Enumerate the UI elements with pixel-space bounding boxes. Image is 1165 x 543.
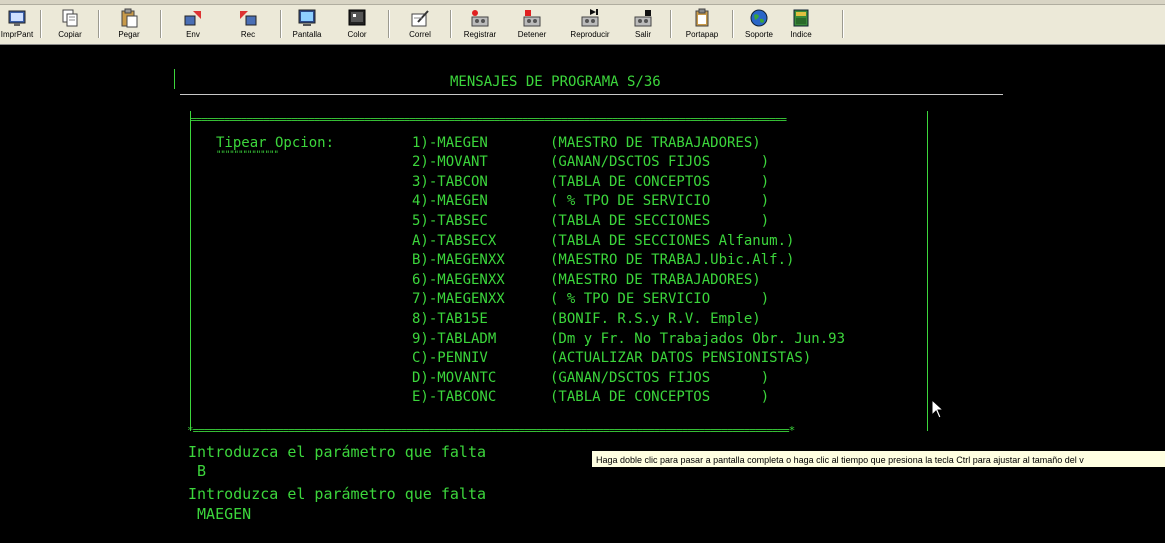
clipboard-icon — [695, 8, 709, 27]
menu-desc: (TABLA DE CONCEPTOS ) — [550, 174, 770, 190]
menu-desc: (MAESTRO DE TRABAJ.Ubic.Alf.) — [550, 252, 795, 268]
toolbar-button-imprpant[interactable]: ImprPant — [0, 8, 34, 42]
menu-desc: ( % TPO DE SERVICIO ) — [550, 193, 770, 209]
menu-desc: (TABLA DE SECCIONES Alfanum.) — [550, 233, 795, 249]
toolbar-separator — [450, 10, 452, 38]
menu-code: 6)-MAEGENXX — [412, 272, 505, 288]
toolbar-label: Color — [347, 30, 367, 39]
toolbar-button-soporte[interactable]: Soporte — [742, 8, 776, 42]
menu-code: E)-TABCONC — [412, 389, 497, 405]
toolbar-label: Soporte — [744, 30, 774, 39]
toolbar-label: Reproducir — [570, 30, 610, 39]
toolbar-button-correl[interactable]: Correl — [405, 8, 435, 42]
toolbar-top-border — [0, 0, 1165, 5]
terminal-title: MENSAJES DE PROGRAMA S/36 — [450, 74, 661, 90]
record-icon — [471, 10, 489, 27]
toolbar-separator — [40, 10, 42, 38]
copy-icon — [62, 9, 78, 27]
terminal-screen[interactable]: MENSAJES DE PROGRAMA S/36 ==============… — [0, 45, 1165, 543]
menu-code: 2)-MOVANT — [412, 154, 488, 170]
toolbar-button-copiar[interactable]: Copiar — [55, 8, 85, 42]
message-text: Introduzca el parámetro que falta — [188, 443, 487, 461]
message-text: Introduzca el parámetro que falta — [188, 485, 487, 503]
toolbar-label: ImprPant — [0, 30, 34, 39]
toolbar-button-detener[interactable]: Detener — [514, 8, 550, 42]
toolbar-button-salir[interactable]: Salir — [628, 8, 658, 42]
menu-code: C)-PENNIV — [412, 350, 488, 366]
frame-top-border: ========================================… — [190, 114, 787, 126]
mouse-pointer-icon — [931, 399, 945, 419]
menu-desc: (GANAN/DSCTOS FIJOS ) — [550, 370, 770, 386]
message-value: B — [188, 462, 207, 480]
toolbar-button-rec[interactable]: Rec — [233, 8, 263, 42]
toolbar-label: Rec — [240, 30, 256, 39]
toolbar-button-indice[interactable]: Indice — [786, 8, 816, 42]
frame-right-border — [927, 111, 928, 431]
toolbar-separator — [842, 10, 844, 38]
frame-bottom-border: *=======================================… — [187, 425, 795, 437]
toolbar-label: Pegar — [118, 30, 140, 39]
menu-code: 8)-TAB15E — [412, 311, 488, 327]
title-left-border — [174, 69, 175, 89]
toolbar-button-reproducir[interactable]: Reproducir — [568, 8, 612, 42]
menu-code: B)-MAEGENXX — [412, 252, 505, 268]
menu-desc: (Dm y Fr. No Trabajados Obr. Jun.93 — [550, 331, 846, 347]
toolbar-label: Detener — [517, 30, 547, 39]
menu-desc: (MAESTRO DE TRABAJADORES) — [550, 135, 761, 151]
toolbar-button-color[interactable]: Color — [342, 8, 372, 42]
prompt-underline: """""""""""""" — [216, 150, 279, 160]
toolbar-separator — [388, 10, 390, 38]
print-screen-icon — [8, 10, 26, 26]
toolbar-label: Env — [186, 30, 200, 39]
menu-code: A)-TABSECX — [412, 233, 497, 249]
toolbar-button-registrar[interactable]: Registrar — [460, 8, 500, 42]
menu-code: 4)-MAEGEN — [412, 193, 488, 209]
title-underline — [180, 94, 1003, 95]
toolbar-separator — [280, 10, 282, 38]
toolbar-separator — [732, 10, 734, 38]
tooltip: Haga doble clic para pasar a pantalla co… — [591, 450, 1165, 468]
menu-desc: (TABLA DE CONCEPTOS ) — [550, 389, 770, 405]
send-icon — [184, 11, 201, 26]
toolbar-label: Portapap — [685, 30, 719, 39]
book-icon — [793, 9, 809, 27]
paste-icon — [121, 8, 138, 28]
toolbar-label: Salir — [634, 30, 651, 39]
toolbar: ImprPant Copiar Pegar Env Rec Pantalla C… — [0, 0, 1165, 45]
menu-code: 7)-MAEGENXX — [412, 291, 505, 307]
screen-icon — [298, 9, 316, 26]
edit-icon — [411, 10, 429, 27]
globe-icon — [750, 9, 768, 27]
menu-desc: (TABLA DE SECCIONES ) — [550, 213, 770, 229]
toolbar-label: Copiar — [58, 30, 82, 39]
color-icon — [348, 9, 366, 26]
toolbar-label: Indice — [790, 30, 812, 39]
toolbar-label: Pantalla — [292, 30, 322, 39]
play-icon — [581, 9, 599, 27]
menu-code: 9)-TABLADM — [412, 331, 497, 347]
stop-icon — [523, 10, 541, 27]
toolbar-label: Registrar — [463, 30, 497, 39]
menu-desc: (ACTUALIZAR DATOS PENSIONISTAS) — [550, 350, 812, 366]
toolbar-separator — [670, 10, 672, 38]
menu-code: 1)-MAEGEN — [412, 135, 488, 151]
frame-left-border — [190, 111, 191, 431]
menu-desc: (MAESTRO DE TRABAJADORES) — [550, 272, 761, 288]
toolbar-separator — [98, 10, 100, 38]
toolbar-button-portapap[interactable]: Portapap — [682, 8, 722, 42]
menu-code: 5)-TABSEC — [412, 213, 488, 229]
message-value: MAEGEN — [188, 505, 252, 523]
toolbar-button-env[interactable]: Env — [178, 8, 208, 42]
toolbar-button-pantalla[interactable]: Pantalla — [288, 8, 326, 42]
menu-code: 3)-TABCON — [412, 174, 488, 190]
menu-desc: ( % TPO DE SERVICIO ) — [550, 291, 770, 307]
toolbar-button-pegar[interactable]: Pegar — [114, 8, 144, 42]
exit-icon — [634, 10, 652, 27]
menu-desc: (BONIF. R.S.y R.V. Emple) — [550, 311, 761, 327]
toolbar-separator — [160, 10, 162, 38]
menu-code: D)-MOVANTC — [412, 370, 497, 386]
receive-icon — [240, 11, 257, 26]
menu-desc: (GANAN/DSCTOS FIJOS ) — [550, 154, 770, 170]
toolbar-label: Correl — [409, 30, 431, 39]
